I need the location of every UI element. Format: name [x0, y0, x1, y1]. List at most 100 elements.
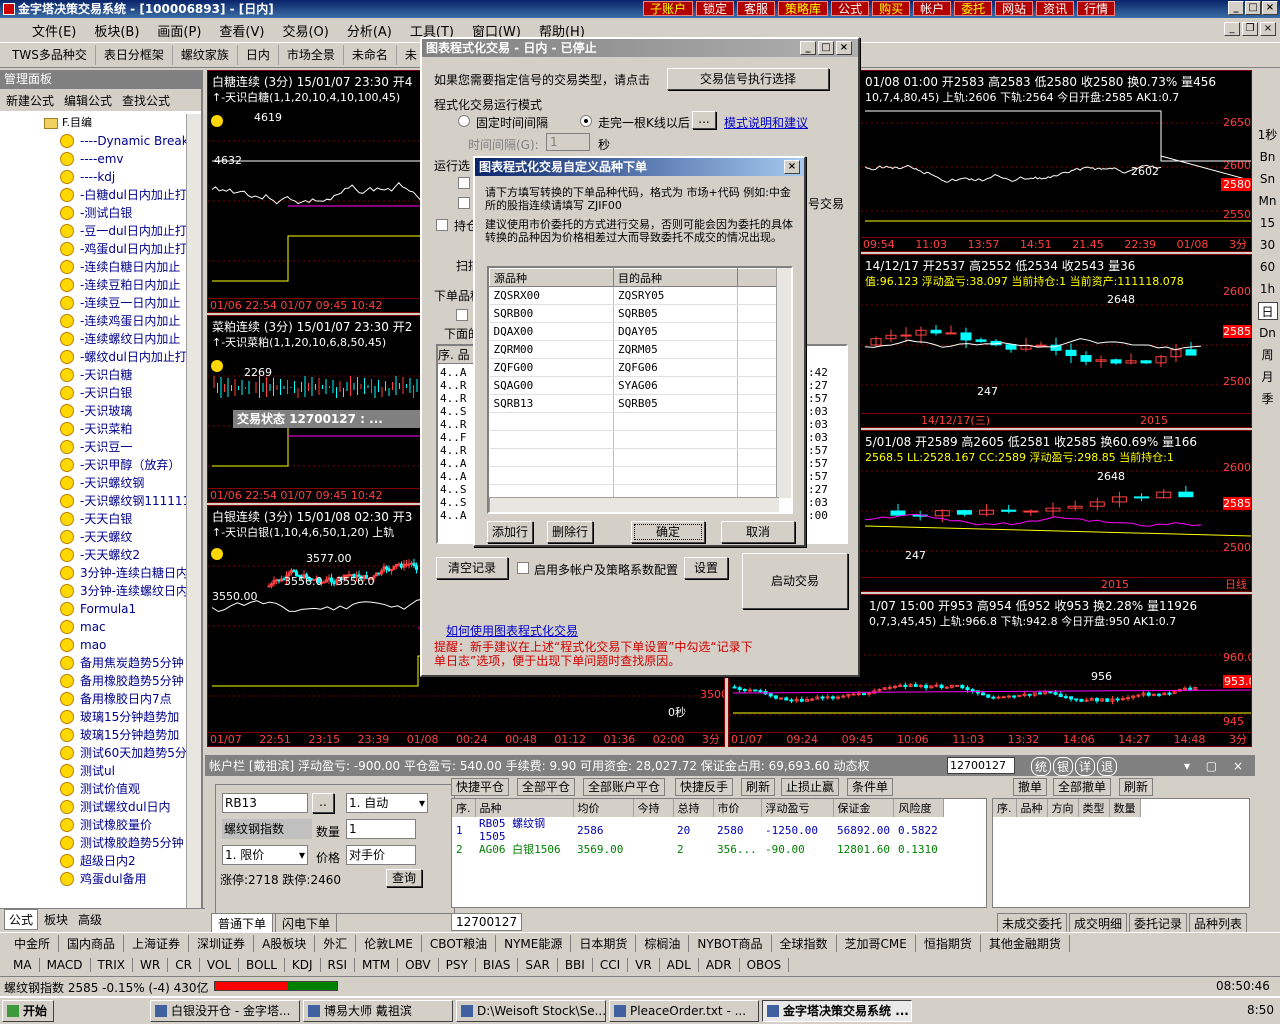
position-row[interactable]: 2 AG06 白银1506 3569.00 2 356... -90.00 12801.60…: [452, 843, 944, 856]
account-tab[interactable]: 12700127: [451, 913, 523, 931]
panel-scrollbar[interactable]: [186, 114, 201, 912]
market-button[interactable]: 其他金融期货: [981, 935, 1070, 952]
panel-tool-button[interactable]: 查找公式: [122, 92, 170, 109]
run-option-checkbox[interactable]: [458, 177, 470, 189]
indicator-button[interactable]: OBV: [398, 958, 439, 972]
order-action-button[interactable]: 撤单: [1013, 778, 1048, 796]
tree-item[interactable]: 测试价值观: [0, 780, 186, 798]
mapping-row[interactable]: ZQSRX00 ZQSRY05: [489, 286, 779, 305]
task-button[interactable]: 金字塔决策交易系统 ...: [762, 1000, 913, 1022]
fixed-interval-radio[interactable]: [458, 115, 470, 127]
trade-status-window[interactable]: 交易状态 12700127 : ...: [233, 410, 423, 428]
tree-item[interactable]: 鸡蛋dul备用: [0, 870, 186, 888]
indicator-button[interactable]: BOLL: [239, 958, 285, 972]
task-button[interactable]: PleaceOrder.txt - ...: [609, 1000, 760, 1022]
help-link[interactable]: 如何使用图表程式化交易: [446, 622, 578, 639]
pending-orders-table[interactable]: 序. 品种 方向 类型 数量: [992, 798, 1250, 908]
market-button[interactable]: 全球指数: [772, 935, 837, 952]
account-side-button[interactable]: 退: [1097, 757, 1118, 776]
top-button-0[interactable]: 子账户: [643, 1, 694, 16]
chart-r1[interactable]: 01/08 01:00 开2583 高2583 低2580 收2580 换0.7…: [860, 70, 1252, 252]
tree-item[interactable]: ----emv: [0, 150, 186, 168]
indicator-button[interactable]: VR: [628, 958, 660, 972]
bar-complete-radio[interactable]: [580, 115, 592, 127]
position-action-button[interactable]: 全部账户平仓: [583, 778, 666, 796]
panel-tab[interactable]: 板块: [40, 910, 72, 929]
start-button[interactable]: 开始: [2, 1000, 55, 1022]
period-button[interactable]: 周: [1261, 346, 1273, 364]
query-button[interactable]: 查询: [386, 869, 422, 887]
tree-item[interactable]: mao: [0, 636, 186, 654]
minimize-button[interactable]: _: [1228, 1, 1244, 15]
tree-item[interactable]: -天识白银: [0, 384, 186, 402]
market-button[interactable]: 上海证券: [124, 935, 190, 952]
menu-item[interactable]: 查看(V): [219, 21, 264, 40]
tree-item[interactable]: 玻璃15分钟趋势加: [0, 726, 186, 744]
tree-item[interactable]: -天识豆一: [0, 438, 186, 456]
top-button-6[interactable]: 帐户: [913, 1, 952, 16]
settings-button[interactable]: 设置: [684, 557, 728, 579]
tree-item[interactable]: mac: [0, 618, 186, 636]
tree-item[interactable]: -测试白银: [0, 204, 186, 222]
tree-item[interactable]: 测试橡胶量价: [0, 816, 186, 834]
period-button[interactable]: Mn: [1259, 192, 1277, 210]
ok-button[interactable]: 确定: [631, 521, 705, 543]
indicator-button[interactable]: PSY: [439, 958, 476, 972]
tree-item[interactable]: -连续豆一日内加止: [0, 294, 186, 312]
menu-item[interactable]: 交易(O): [282, 21, 328, 40]
period-button[interactable]: 60: [1260, 258, 1275, 276]
dialog-minimize-button[interactable]: _: [800, 41, 816, 55]
symbol-lookup-button[interactable]: ..: [312, 793, 334, 813]
order-tab[interactable]: 未成交委托: [997, 913, 1068, 934]
tree-item[interactable]: -天识白糖: [0, 366, 186, 384]
account-side-button[interactable]: 统: [1031, 757, 1052, 776]
table-vscroll[interactable]: [776, 268, 791, 498]
indicator-button[interactable]: SAR: [518, 958, 558, 972]
layout-tab[interactable]: 表日分框架: [96, 45, 173, 65]
tree-item[interactable]: 备用橡胶趋势5分钟: [0, 672, 186, 690]
market-button[interactable]: 国内商品: [59, 935, 125, 952]
tree-item[interactable]: ----kdj: [0, 168, 186, 186]
tree-item[interactable]: 测试橡胶趋势5分钟: [0, 834, 186, 852]
layout-tab[interactable]: 未命名: [344, 45, 397, 65]
order-tab[interactable]: 品种列表: [1189, 913, 1248, 934]
market-button[interactable]: 棕榈油: [636, 935, 690, 952]
layout-tab[interactable]: 日内: [238, 45, 279, 65]
top-button-8[interactable]: 网站: [995, 1, 1034, 16]
market-button[interactable]: 芝加哥CME: [837, 935, 916, 952]
task-button[interactable]: 白银没开仓 - 金字塔...: [150, 1000, 301, 1022]
run-option-checkbox[interactable]: [458, 197, 470, 209]
tree-item[interactable]: -天天螺纹2: [0, 546, 186, 564]
panel-tab[interactable]: 高级: [74, 910, 106, 929]
chart-r2[interactable]: 14/12/17 开2537 高2552 低2534 收2543 量36 值:9…: [860, 254, 1252, 428]
indicator-button[interactable]: ADR: [699, 958, 740, 972]
chart-sugar[interactable]: 白糖连续 (3分) 15/01/07 23:30 开4 ↑-天识白糖(1,1,2…: [207, 70, 425, 313]
tree-item[interactable]: -豆一dul日内加止打: [0, 222, 186, 240]
tree-item[interactable]: -天识甲醇（放弃）: [0, 456, 186, 474]
mapping-row-empty[interactable]: [489, 448, 779, 467]
tree-item[interactable]: 玻璃15分钟趋势加: [0, 708, 186, 726]
tree-item[interactable]: -天识螺纹钢: [0, 474, 186, 492]
tree-item[interactable]: -白糖dul日内加止打: [0, 186, 186, 204]
indicator-button[interactable]: ADL: [660, 958, 699, 972]
period-button[interactable]: 月: [1261, 368, 1273, 386]
account-side-button[interactable]: 银: [1053, 757, 1074, 776]
menu-item[interactable]: 画面(P): [157, 21, 201, 40]
order-action-button[interactable]: 刷新: [1119, 778, 1154, 796]
price-type-select[interactable]: 1. 限价 ▾: [222, 845, 308, 865]
tree-item[interactable]: 备用橡胶日内7点: [0, 690, 186, 708]
order-product-checkbox[interactable]: [456, 309, 468, 321]
tree-item[interactable]: -鸡蛋dul日内加止打: [0, 240, 186, 258]
top-button-1[interactable]: 锁定: [696, 1, 735, 16]
cancel-button[interactable]: 取消: [721, 521, 795, 543]
mapping-row[interactable]: SQRB00 SQRB05: [489, 304, 779, 323]
add-row-button[interactable]: 添加行: [487, 521, 533, 543]
menu-item[interactable]: 分析(A): [347, 21, 392, 40]
chart-r3[interactable]: 5/01/08 开2589 高2605 低2581 收2585 换60.69% …: [860, 430, 1252, 592]
tree-item[interactable]: -连续鸡蛋日内加止: [0, 312, 186, 330]
tree-item[interactable]: -天识玻璃: [0, 402, 186, 420]
mapping-row[interactable]: ZQFG00 ZQFG06: [489, 358, 779, 377]
market-button[interactable]: NYME能源: [496, 935, 572, 952]
table-hscroll[interactable]: [489, 497, 779, 512]
position-action-button[interactable]: 全部平仓: [517, 778, 576, 796]
